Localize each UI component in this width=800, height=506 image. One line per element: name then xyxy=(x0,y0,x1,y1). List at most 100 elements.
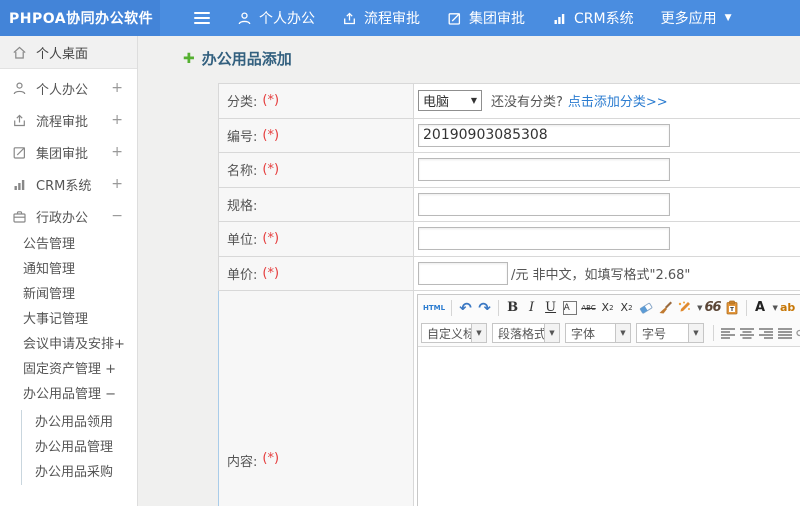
form-row-name: 名称: (*) xyxy=(219,153,800,188)
nav-item-more-apps[interactable]: 更多应用 ▼ xyxy=(661,8,732,28)
italic-button[interactable]: I xyxy=(523,298,540,317)
form-row-content: 内容: (*) HTML ↶ ↷ B I U A ABC X 2 X 2 ▼ 6… xyxy=(218,291,800,506)
rich-text-editor: HTML ↶ ↷ B I U A ABC X2 X2 ▼ 66 T A ▼ ab… xyxy=(417,294,800,506)
top-navbar: PHPOA协同办公软件 个人办公 流程审批 集团审批 CRM系统 更多应用 ▼ xyxy=(0,0,800,36)
align-justify-icon[interactable] xyxy=(776,324,793,343)
sidebar-subitem-notice[interactable]: 通知管理 xyxy=(0,257,137,282)
chart-icon xyxy=(12,177,27,192)
svg-text:T: T xyxy=(730,307,734,313)
required-marker: (*) xyxy=(262,231,280,247)
align-center-icon[interactable] xyxy=(738,324,755,343)
sidebar-subitem-memorabilia[interactable]: 大事记管理 xyxy=(0,307,137,332)
app-logo: PHPOA协同办公软件 xyxy=(0,0,160,36)
add-category-link[interactable]: 点击添加分类>> xyxy=(568,91,668,110)
code-input[interactable] xyxy=(418,123,670,147)
price-label: 单价: xyxy=(227,267,258,283)
highlight-color-button[interactable]: ab xyxy=(779,298,796,317)
nav-item-label: CRM系统 xyxy=(574,11,634,27)
form-row-price: 单价: (*) /元 非中文，如填写格式"2.68" xyxy=(219,256,800,291)
sidebar-item-personal-office[interactable]: 个人办公 + xyxy=(0,72,137,104)
expand-plus-icon[interactable]: + xyxy=(111,80,123,96)
sidebar-subsubitem-supplies-purchase[interactable]: 办公用品采购 xyxy=(22,460,137,485)
form-row-spec: 规格: xyxy=(219,187,800,222)
category-hint: 还没有分类? xyxy=(491,95,563,111)
font-size-dropdown[interactable]: 字号 ▼ xyxy=(636,323,704,343)
sidebar-item-admin-office[interactable]: 行政办公 − xyxy=(0,200,137,232)
form-row-category: 分类: (*) 电脑 ▼ 还没有分类? 点击添加分类>> xyxy=(219,84,800,119)
bold-button[interactable]: B xyxy=(504,298,521,317)
expand-plus-icon[interactable]: + xyxy=(111,144,123,160)
page-title-text: 办公用品添加 xyxy=(201,50,292,68)
sidebar-subitem-fixed-assets[interactable]: 固定资产管理 + xyxy=(0,357,137,382)
blockquote-button[interactable]: 66 xyxy=(703,298,721,317)
required-marker: (*) xyxy=(262,127,280,143)
nav-item-label: 个人办公 xyxy=(259,11,315,27)
expand-plus-icon[interactable]: + xyxy=(111,176,123,192)
paste-clipboard-icon[interactable]: T xyxy=(724,298,741,317)
sidebar-subitem-meeting[interactable]: 会议申请及安排+ xyxy=(0,332,137,357)
form-row-code: 编号: (*) xyxy=(219,118,800,153)
sidebar-item-personal-desktop[interactable]: 个人桌面 xyxy=(0,36,137,69)
custom-title-dropdown[interactable]: 自定义标题 ▼ xyxy=(421,323,487,343)
magic-pen-caret-icon[interactable]: ▼ xyxy=(697,304,702,312)
nav-item-label: 流程审批 xyxy=(364,11,420,27)
nav-item-label: 集团审批 xyxy=(469,11,525,27)
nav-item-personal-office[interactable]: 个人办公 xyxy=(237,8,315,28)
html-source-button[interactable]: HTML xyxy=(422,298,446,317)
unit-input[interactable] xyxy=(418,227,670,251)
redo-button[interactable]: ↷ xyxy=(476,298,493,317)
price-input[interactable] xyxy=(418,261,508,285)
add-plus-icon: ✚ xyxy=(183,50,195,67)
sidebar: 个人桌面 个人办公 + 流程审批 + 集团审批 + CRM系统 + 行政办公 −… xyxy=(0,36,138,506)
align-right-icon[interactable] xyxy=(757,324,774,343)
sidebar-item-label: CRM系统 xyxy=(36,178,92,194)
sidebar-item-process-approval[interactable]: 流程审批 + xyxy=(0,104,137,136)
main-content: ✚ 办公用品添加 分类: (*) 电脑 ▼ 还没有分类? 点击添加分类>> 编号… xyxy=(138,36,800,506)
eraser-icon[interactable] xyxy=(637,298,655,317)
font-color-button[interactable]: A xyxy=(752,298,769,317)
nav-item-label: 更多应用 xyxy=(660,11,717,27)
nav-item-crm[interactable]: CRM系统 xyxy=(552,8,634,28)
editor-toolbar-row-2: 自定义标题 ▼ 段落格式 ▼ 字体 ▼ 字号 ▼ xyxy=(418,320,800,347)
underline-button[interactable]: U xyxy=(542,298,559,317)
format-painter-brush-icon[interactable] xyxy=(657,298,674,317)
add-supplies-form: 分类: (*) 电脑 ▼ 还没有分类? 点击添加分类>> 编号: (*) 201… xyxy=(218,83,800,506)
font-family-dropdown[interactable]: 字体 ▼ xyxy=(565,323,631,343)
text-style-button[interactable]: A xyxy=(562,300,577,315)
sidebar-item-crm[interactable]: CRM系统 + xyxy=(0,168,137,200)
collapse-minus-icon[interactable]: − xyxy=(111,208,123,224)
edit-icon xyxy=(12,145,27,160)
auto-typeset-magic-pen-icon[interactable] xyxy=(676,298,693,317)
paragraph-format-dropdown[interactable]: 段落格式 ▼ xyxy=(492,323,560,343)
font-color-caret-icon[interactable]: ▼ xyxy=(773,304,778,312)
sidebar-item-label: 集团审批 xyxy=(36,146,89,162)
undo-button[interactable]: ↶ xyxy=(457,298,474,317)
hamburger-menu-icon[interactable] xyxy=(194,9,210,27)
category-select[interactable]: 电脑 ▼ xyxy=(418,90,482,112)
process-icon xyxy=(12,113,27,128)
subscript-button[interactable]: X2 xyxy=(618,298,635,317)
expand-plus-icon[interactable]: + xyxy=(111,112,123,128)
sidebar-subsubitem-supplies-claim[interactable]: 办公用品领用 xyxy=(22,410,137,435)
form-row-unit: 单位: (*) xyxy=(219,222,800,257)
sidebar-subitem-office-supplies[interactable]: 办公用品管理 − xyxy=(0,382,137,407)
sidebar-subsubitem-supplies-manage[interactable]: 办公用品管理 xyxy=(22,435,137,460)
sidebar-item-group-approval[interactable]: 集团审批 + xyxy=(0,136,137,168)
sidebar-item-label: 个人桌面 xyxy=(36,46,89,62)
editor-content-area[interactable] xyxy=(418,347,800,506)
strikethrough-button[interactable]: ABC xyxy=(580,298,597,317)
name-input[interactable] xyxy=(418,158,670,182)
caret-down-icon: ▼ xyxy=(724,13,732,23)
nav-item-group-approval[interactable]: 集团审批 xyxy=(447,8,525,28)
dropdown-caret-icon: ▼ xyxy=(471,324,486,342)
code-label: 编号: xyxy=(227,129,258,145)
sidebar-subitem-announcement[interactable]: 公告管理 xyxy=(0,232,137,257)
nav-item-process-approval[interactable]: 流程审批 xyxy=(342,8,420,28)
sidebar-subitem-news[interactable]: 新闻管理 xyxy=(0,282,137,307)
spec-input[interactable] xyxy=(418,192,670,216)
link-icon[interactable] xyxy=(795,324,800,343)
superscript-button[interactable]: X2 xyxy=(599,298,616,317)
user-icon xyxy=(12,81,27,96)
price-hint: /元 非中文，如填写格式"2.68" xyxy=(511,267,691,283)
align-left-icon[interactable] xyxy=(719,324,736,343)
